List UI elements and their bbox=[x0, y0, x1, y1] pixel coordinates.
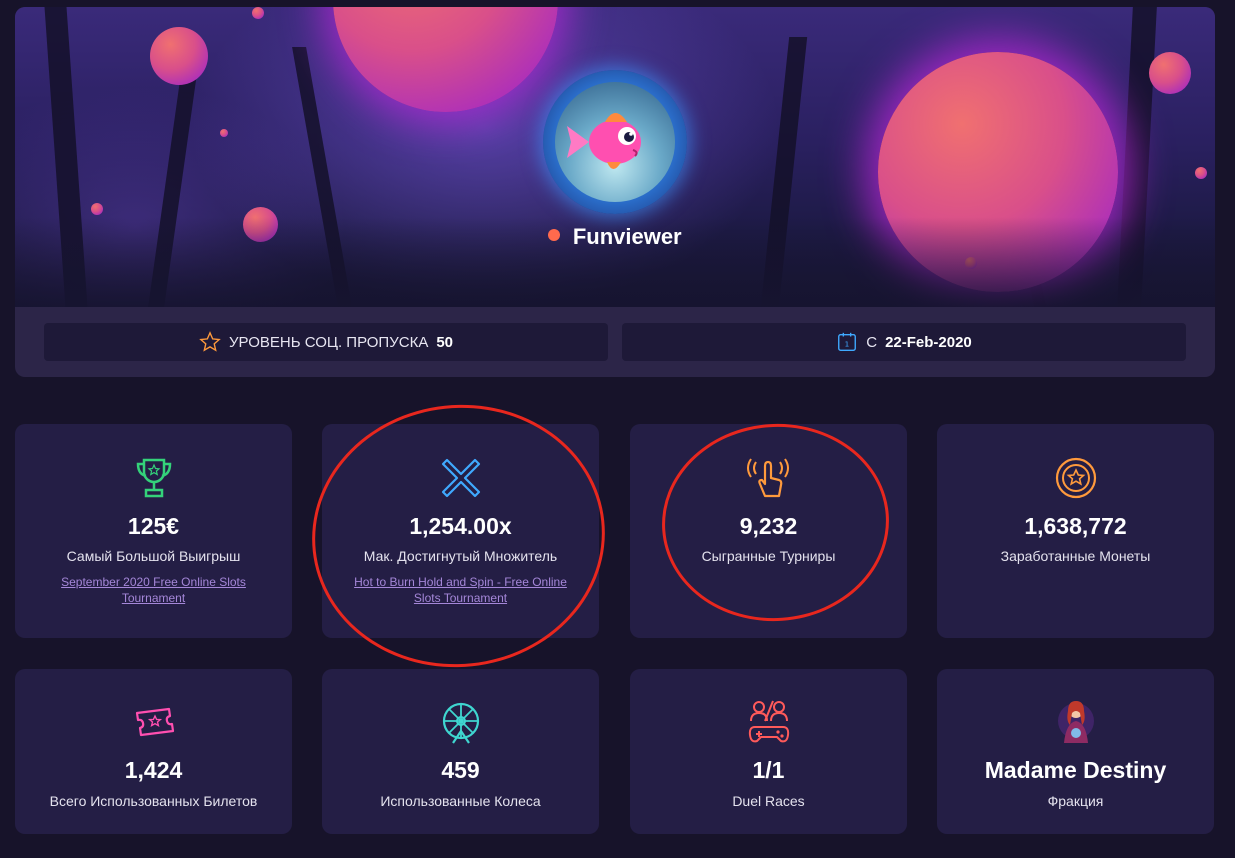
banner-orb bbox=[333, 7, 558, 112]
pass-level-label: УРОВЕНЬ СОЦ. ПРОПУСКА bbox=[228, 333, 429, 351]
gamepad-duel-icon bbox=[630, 699, 907, 745]
stat-label: Фракция bbox=[1047, 793, 1104, 809]
banner-orb bbox=[1149, 52, 1191, 94]
avatar[interactable] bbox=[543, 70, 687, 214]
trophy-icon bbox=[15, 456, 292, 500]
stat-value: 1,638,772 bbox=[1024, 513, 1127, 539]
banner-orb bbox=[1195, 167, 1207, 179]
stat-card-tournaments-played: 9,232 Сыгранные Турниры bbox=[630, 424, 907, 638]
stat-value: 459 bbox=[441, 757, 480, 783]
stat-card-faction: Madame Destiny Фракция bbox=[937, 669, 1214, 834]
tournament-link[interactable]: Hot to Burn Hold and Spin - Free Online … bbox=[352, 574, 569, 606]
stat-label: Мак. Достигнутый Множитель bbox=[363, 548, 558, 564]
stat-label: Заработанные Монеты bbox=[1000, 548, 1151, 564]
stat-value: 1/1 bbox=[752, 757, 785, 783]
online-status-icon bbox=[548, 229, 561, 241]
stat-card-duel-races: 1/1 Duel Races bbox=[630, 669, 907, 834]
banner-orb bbox=[150, 27, 208, 85]
username-row: Funviewer bbox=[15, 224, 1215, 250]
social-pass-level: УРОВЕНЬ СОЦ. ПРОПУСКА 50 bbox=[44, 323, 608, 361]
stat-card-max-multiplier: 1,254.00x Мак. Достигнутый Множитель Hot… bbox=[322, 424, 599, 638]
member-since-date: 22-Feb-2020 bbox=[885, 333, 972, 351]
tournament-link[interactable]: September 2020 Free Online Slots Tournam… bbox=[45, 574, 262, 606]
pink-fish-avatar-icon bbox=[555, 82, 675, 202]
username: Funviewer bbox=[572, 224, 682, 249]
stat-value: 9,232 bbox=[739, 513, 798, 539]
ticket-icon bbox=[15, 703, 292, 743]
banner-orb bbox=[91, 203, 103, 215]
stat-card-wheels-used: 459 Использованные Колеса bbox=[322, 669, 599, 834]
stat-label: Duel Races bbox=[732, 793, 805, 809]
stat-value: Madame Destiny bbox=[984, 757, 1167, 783]
svg-text:1: 1 bbox=[845, 340, 850, 349]
star-icon bbox=[199, 331, 221, 352]
stat-card-biggest-win: 125€ Самый Большой Выигрыш September 202… bbox=[15, 424, 292, 638]
banner-orb bbox=[220, 129, 228, 137]
stat-value: 1,424 bbox=[124, 757, 183, 783]
stat-label: Сыгранные Турниры bbox=[701, 548, 836, 564]
profile-card: Funviewer УРОВЕНЬ СОЦ. ПРОПУСКА 50 1 С 2… bbox=[15, 7, 1215, 377]
stat-label: Самый Большой Выигрыш bbox=[66, 548, 241, 564]
pass-level-value: 50 bbox=[436, 333, 454, 351]
profile-banner: Funviewer bbox=[15, 7, 1215, 307]
calendar-icon: 1 bbox=[838, 332, 857, 351]
stat-label: Использованные Колеса bbox=[380, 793, 541, 809]
multiplier-x-icon bbox=[322, 456, 599, 500]
stat-value: 1,254.00x bbox=[409, 513, 512, 539]
stat-card-coins-earned: 1,638,772 Заработанные Монеты bbox=[937, 424, 1214, 638]
banner-orb bbox=[252, 7, 264, 19]
coin-icon bbox=[937, 456, 1214, 500]
faction-avatar-icon bbox=[937, 699, 1214, 745]
member-since: 1 С 22-Feb-2020 bbox=[622, 323, 1186, 361]
member-since-label: С bbox=[866, 333, 878, 351]
stat-card-tickets-used: 1,424 Всего Использованных Билетов bbox=[15, 669, 292, 834]
wheel-icon bbox=[322, 701, 599, 745]
stat-value: 125€ bbox=[127, 513, 180, 539]
tap-hand-icon bbox=[630, 456, 907, 500]
stat-label: Всего Использованных Билетов bbox=[49, 793, 258, 809]
